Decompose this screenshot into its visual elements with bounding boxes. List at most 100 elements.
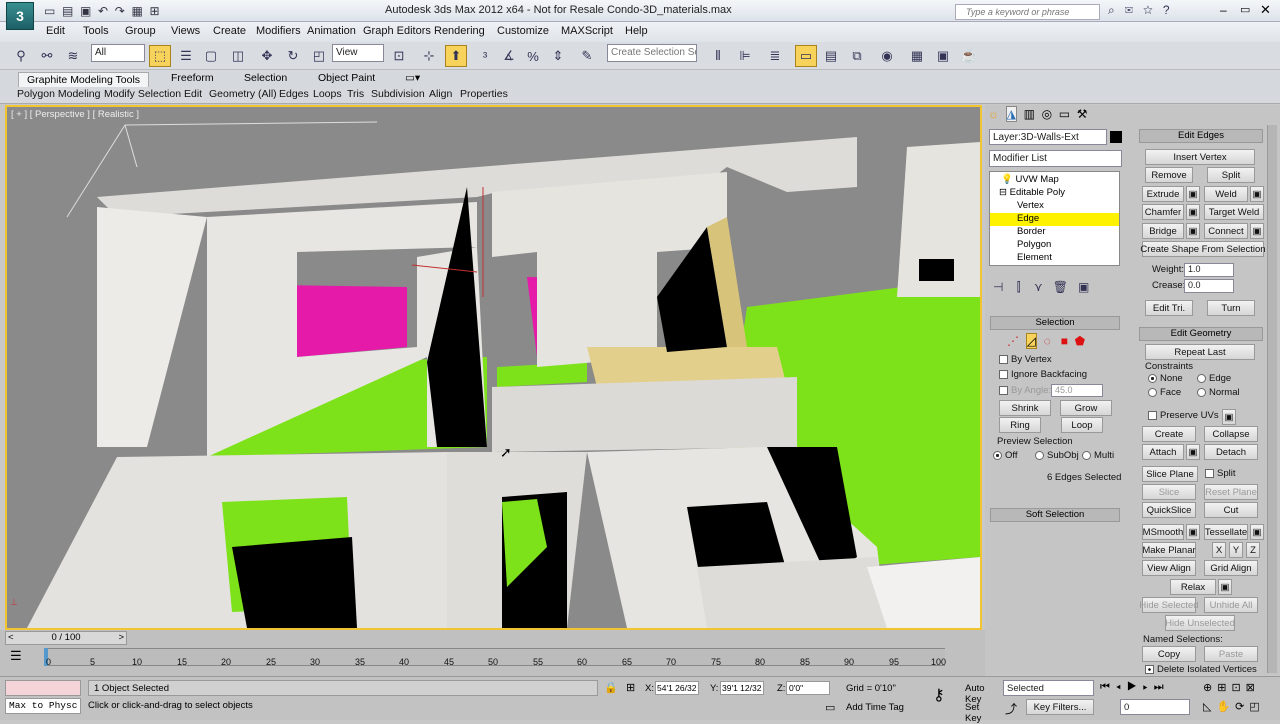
hierarchy-tab-icon[interactable]: ▥ [1024,107,1035,121]
vertex-level-icon[interactable]: ⋰ [1007,334,1019,348]
menu-animation[interactable]: Animation [307,25,356,37]
undo-tool-icon[interactable]: ⚲ [10,45,32,67]
command-panel-scrollbar[interactable] [1267,125,1277,673]
pin-stack-icon[interactable]: ⊣ [993,280,1003,294]
go-to-end-icon[interactable]: ⏭ [1154,681,1170,693]
new-icon[interactable]: ▭ [44,4,55,18]
panel-properties[interactable]: Properties [460,88,508,100]
tab-freeform[interactable]: Freeform [171,72,214,84]
menu-customize[interactable]: Customize [497,25,549,37]
preview-multi-radio[interactable]: Multi [1082,450,1114,461]
weight-spinner[interactable]: 1.0 [1184,263,1234,277]
constraint-edge-radio[interactable]: Edge [1197,373,1231,384]
relax-button[interactable]: Relax [1170,579,1216,595]
detach-button[interactable]: Detach [1204,444,1258,460]
zoom-extents-all-icon[interactable]: ⊠ [1246,682,1260,694]
paste-button[interactable]: Paste [1204,646,1258,662]
slice-button[interactable]: Slice [1142,484,1196,500]
graphite-toggle-icon[interactable]: ▭ [795,45,817,67]
planar-x-button[interactable]: X [1212,542,1226,558]
time-slider-prev-icon[interactable]: < [8,632,14,643]
ribbon-options-dropdown[interactable]: ▭▾ [405,72,420,84]
connect-settings-button[interactable]: ▣ [1250,223,1264,239]
attach-button[interactable]: Attach [1142,444,1184,460]
render-production-icon[interactable]: ☕ [958,45,980,67]
stack-item-uvw-map[interactable]: 💡 UVW Map [998,174,1059,187]
ignore-backfacing-checkbox[interactable]: Ignore Backfacing [999,369,1087,380]
turn-button[interactable]: Turn [1207,300,1255,316]
constraint-none-radio[interactable]: None [1148,373,1183,384]
selection-set-dropdown[interactable]: Selected [1003,680,1094,696]
open-icon[interactable]: ▤ [62,4,73,18]
render-setup-icon[interactable]: ▦ [906,45,928,67]
app-logo-icon[interactable]: 3 [6,2,34,30]
panel-align[interactable]: Align [429,88,452,100]
configure-sets-icon[interactable]: ▣ [1078,280,1089,294]
curve-editor-icon[interactable]: ▤ [820,45,842,67]
object-name-field[interactable]: Layer:3D-Walls-Ext [989,129,1107,145]
chamfer-settings-button[interactable]: ▣ [1186,204,1200,220]
panel-edit[interactable]: Edit [184,88,202,100]
preview-off-radio[interactable]: Off [993,450,1018,461]
mirror-icon[interactable]: ⫴ [707,45,729,67]
collapse-button[interactable]: Collapse [1204,426,1258,442]
make-planar-button[interactable]: Make Planar [1142,542,1196,558]
polygon-level-icon[interactable]: ■ [1061,334,1068,348]
stack-item-edge[interactable]: Edge [990,213,1119,226]
auto-key-button[interactable]: Auto Key [963,681,1000,705]
favorites-star-icon[interactable]: ☆ [1143,3,1153,17]
rotate-icon[interactable]: ↻ [282,45,304,67]
msmooth-button[interactable]: MSmooth [1142,524,1184,540]
named-selection-sets-dropdown[interactable]: Create Selection Se [607,44,697,62]
relax-settings-button[interactable]: ▣ [1218,579,1232,595]
target-weld-button[interactable]: Target Weld [1204,204,1264,220]
selection-lock-icon[interactable]: 🔒 [604,681,618,694]
stack-item-vertex[interactable]: Vertex [1014,200,1044,213]
time-tag-icon[interactable]: ▭ [825,701,835,714]
remove-button[interactable]: Remove [1145,167,1193,183]
rendered-frame-window-icon[interactable]: ▣ [932,45,954,67]
panel-edges[interactable]: Edges [279,88,309,100]
menu-help[interactable]: Help [625,25,648,37]
maximize-button[interactable]: ▭ [1240,3,1250,16]
modifier-list-dropdown[interactable]: Modifier List [989,150,1122,167]
perspective-viewport[interactable]: [ + ] [ Perspective ] [ Realistic ] ➚ ⊥ [5,105,982,630]
select-and-link-icon[interactable]: ⚯ [36,45,58,67]
menu-create[interactable]: Create [213,25,246,37]
create-shape-button[interactable]: Create Shape From Selection [1140,241,1266,257]
delete-isolated-checkbox[interactable]: Delete Isolated Vertices [1145,664,1257,675]
menu-graph-editors[interactable]: Graph Editors [363,25,431,37]
tab-graphite-modeling-tools[interactable]: Graphite Modeling Tools [18,72,150,87]
ring-button[interactable]: Ring [999,417,1041,433]
bridge-settings-button[interactable]: ▣ [1186,223,1200,239]
select-manipulate-icon[interactable]: ⊹ [418,45,440,67]
maxscript-mini-listener[interactable]: Max to Physc [5,698,81,714]
panel-modify-selection[interactable]: Modify Selection [104,88,181,100]
selection-filter-dropdown[interactable]: All [91,44,145,62]
save-icon[interactable]: ▣ [80,4,91,18]
by-vertex-checkbox[interactable]: By Vertex [999,354,1052,365]
repeat-last-button[interactable]: Repeat Last [1145,344,1255,360]
help-icon[interactable]: ? [1163,3,1170,17]
z-coordinate-field[interactable]: 0'0" [786,681,830,695]
viewport-label[interactable]: [ + ] [ Perspective ] [ Realistic ] [11,109,139,120]
stack-item-border[interactable]: Border [1014,226,1046,239]
maximize-viewport-icon[interactable]: ◰ [1249,701,1264,713]
field-of-view-icon[interactable]: ◺ [1203,701,1216,713]
angle-spinner[interactable]: 45.0 [1051,384,1103,397]
remove-modifier-icon[interactable]: 🗑 [1053,280,1068,294]
grow-button[interactable]: Grow [1060,400,1112,416]
split-checkbox[interactable]: Split [1205,468,1235,479]
undo-icon[interactable]: ↶ [98,4,108,18]
object-color-swatch[interactable] [1110,131,1122,143]
orbit-icon[interactable]: ⟳ [1235,701,1249,713]
soft-selection-rollout-header[interactable]: Soft Selection [990,508,1120,522]
cut-button[interactable]: Cut [1204,502,1258,518]
loop-button[interactable]: Loop [1061,417,1103,433]
layer-manager-icon[interactable]: ≣ [764,45,786,67]
align-icon[interactable]: ⊫ [734,45,756,67]
slice-plane-button[interactable]: Slice Plane [1142,466,1198,482]
pivot-center-icon[interactable]: ⊡ [388,45,410,67]
edit-geometry-rollout-header[interactable]: Edit Geometry [1139,327,1263,341]
constraint-face-radio[interactable]: Face [1148,387,1181,398]
